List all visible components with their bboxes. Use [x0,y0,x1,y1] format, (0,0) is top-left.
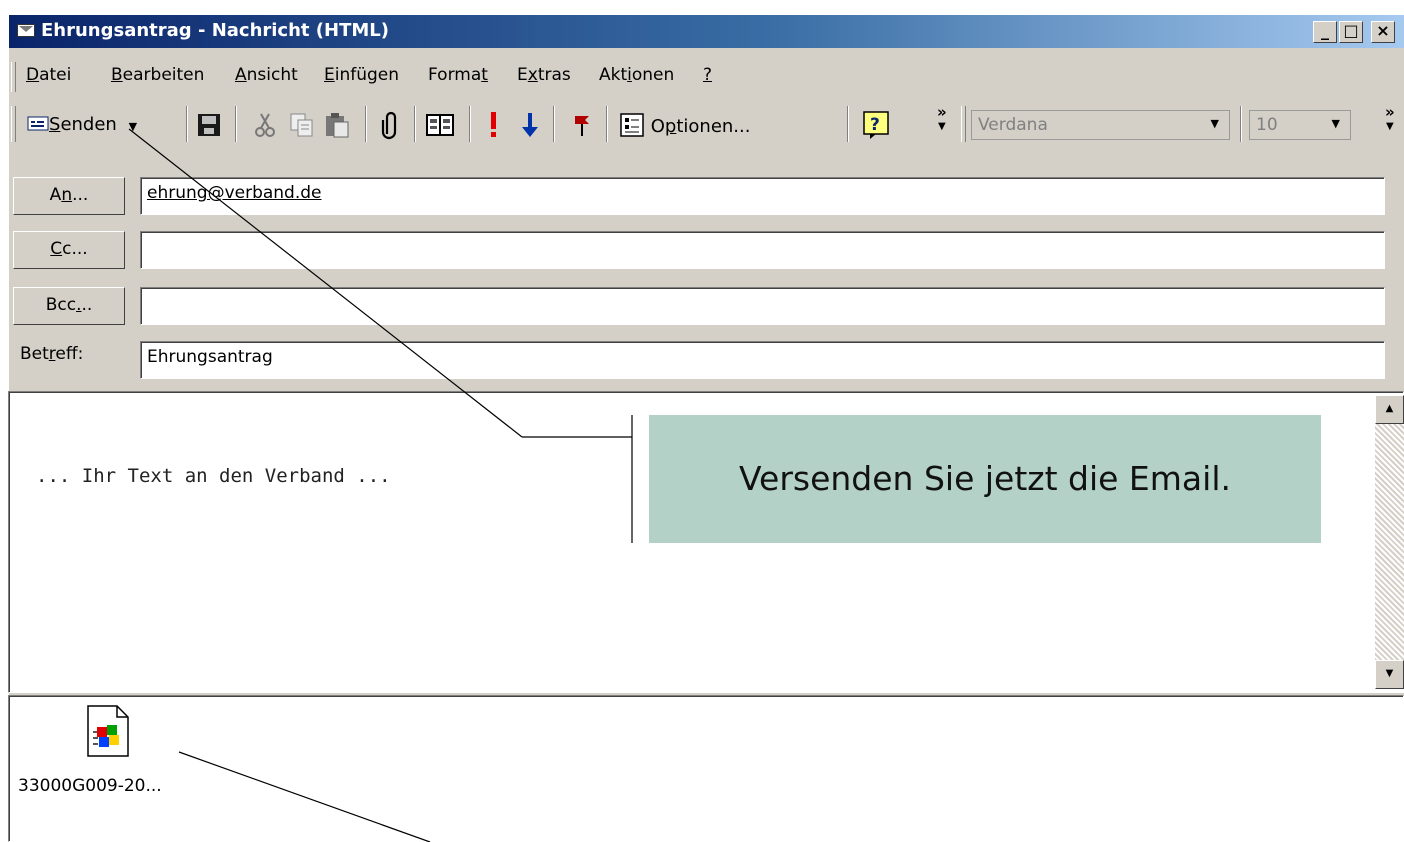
cc-field[interactable] [140,231,1385,269]
to-button[interactable]: An... [13,177,125,215]
to-field[interactable]: ehrung@verband.de [140,177,1385,215]
copy-icon[interactable] [289,112,315,138]
attachment-pane [8,695,1404,842]
toolbar-overflow-button[interactable]: » ▼ [937,105,947,133]
bcc-field[interactable] [140,287,1385,325]
attachment-name[interactable]: 33000G009-20... [18,776,162,796]
subject-field[interactable]: Ehrungsantrag [140,341,1385,379]
options-icon [620,113,644,137]
paperclip-icon[interactable] [379,110,401,140]
title-bar[interactable]: Ehrungsantrag - Nachricht (HTML) _ □ × [9,15,1404,48]
send-icon [27,116,49,131]
svg-text:?: ? [870,115,880,135]
maximize-button[interactable]: □ [1339,21,1363,43]
subject-label: Betreff: [20,344,84,364]
menu-datei[interactable]: Datei [26,65,71,85]
menu-extras[interactable]: Extras [517,65,571,85]
menu-help[interactable]: ? [703,65,712,85]
format-toolbar-grip[interactable] [961,106,966,142]
high-importance-icon[interactable] [487,110,501,140]
envelope-icon [17,24,35,37]
standard-toolbar: Senden ▼ Optionen... ? » ▼ Verdana ▼ 10 ▼ »… [9,100,1404,152]
help-icon[interactable]: ? [862,110,890,140]
font-name-select[interactable]: Verdana ▼ [971,110,1230,140]
send-button[interactable]: Senden ▼ [27,114,137,135]
scroll-up-button[interactable]: ▲ [1375,395,1404,424]
scroll-down-button[interactable]: ▼ [1375,660,1404,689]
message-body-text: ... Ihr Text an den Verband ... [36,465,391,487]
menu-format[interactable]: Format [428,65,488,85]
attachment-file-icon[interactable] [87,705,129,757]
options-button[interactable]: Optionen... [619,112,750,138]
menu-grip[interactable] [11,62,16,92]
paste-icon[interactable] [323,112,351,138]
close-button[interactable]: × [1371,21,1395,43]
font-size-select[interactable]: 10 ▼ [1249,110,1351,140]
vertical-scrollbar[interactable]: ▲ ▼ [1375,395,1404,689]
cut-icon[interactable] [254,112,276,138]
menu-einfuegen[interactable]: Einfügen [324,65,399,85]
flag-icon[interactable] [571,112,593,138]
cc-button[interactable]: Cc... [13,231,125,269]
format-toolbar-overflow-button[interactable]: » ▼ [1385,105,1395,133]
menu-ansicht[interactable]: Ansicht [235,65,298,85]
save-icon[interactable] [196,112,222,138]
menu-aktionen[interactable]: Aktionen [599,65,674,85]
low-importance-icon[interactable] [520,111,540,139]
menu-bearbeiten[interactable]: Bearbeiten [111,65,204,85]
toolbar-grip[interactable] [11,106,16,142]
menu-bar: Datei Bearbeiten Ansicht Einfügen Format… [9,60,1404,94]
minimize-button[interactable]: _ [1313,21,1337,43]
bcc-button[interactable]: Bcc... [13,287,125,325]
address-book-icon[interactable] [425,112,455,138]
window-title: Ehrungsantrag - Nachricht (HTML) [41,20,389,41]
tutorial-callout: Versenden Sie jetzt die Email. [649,415,1321,543]
